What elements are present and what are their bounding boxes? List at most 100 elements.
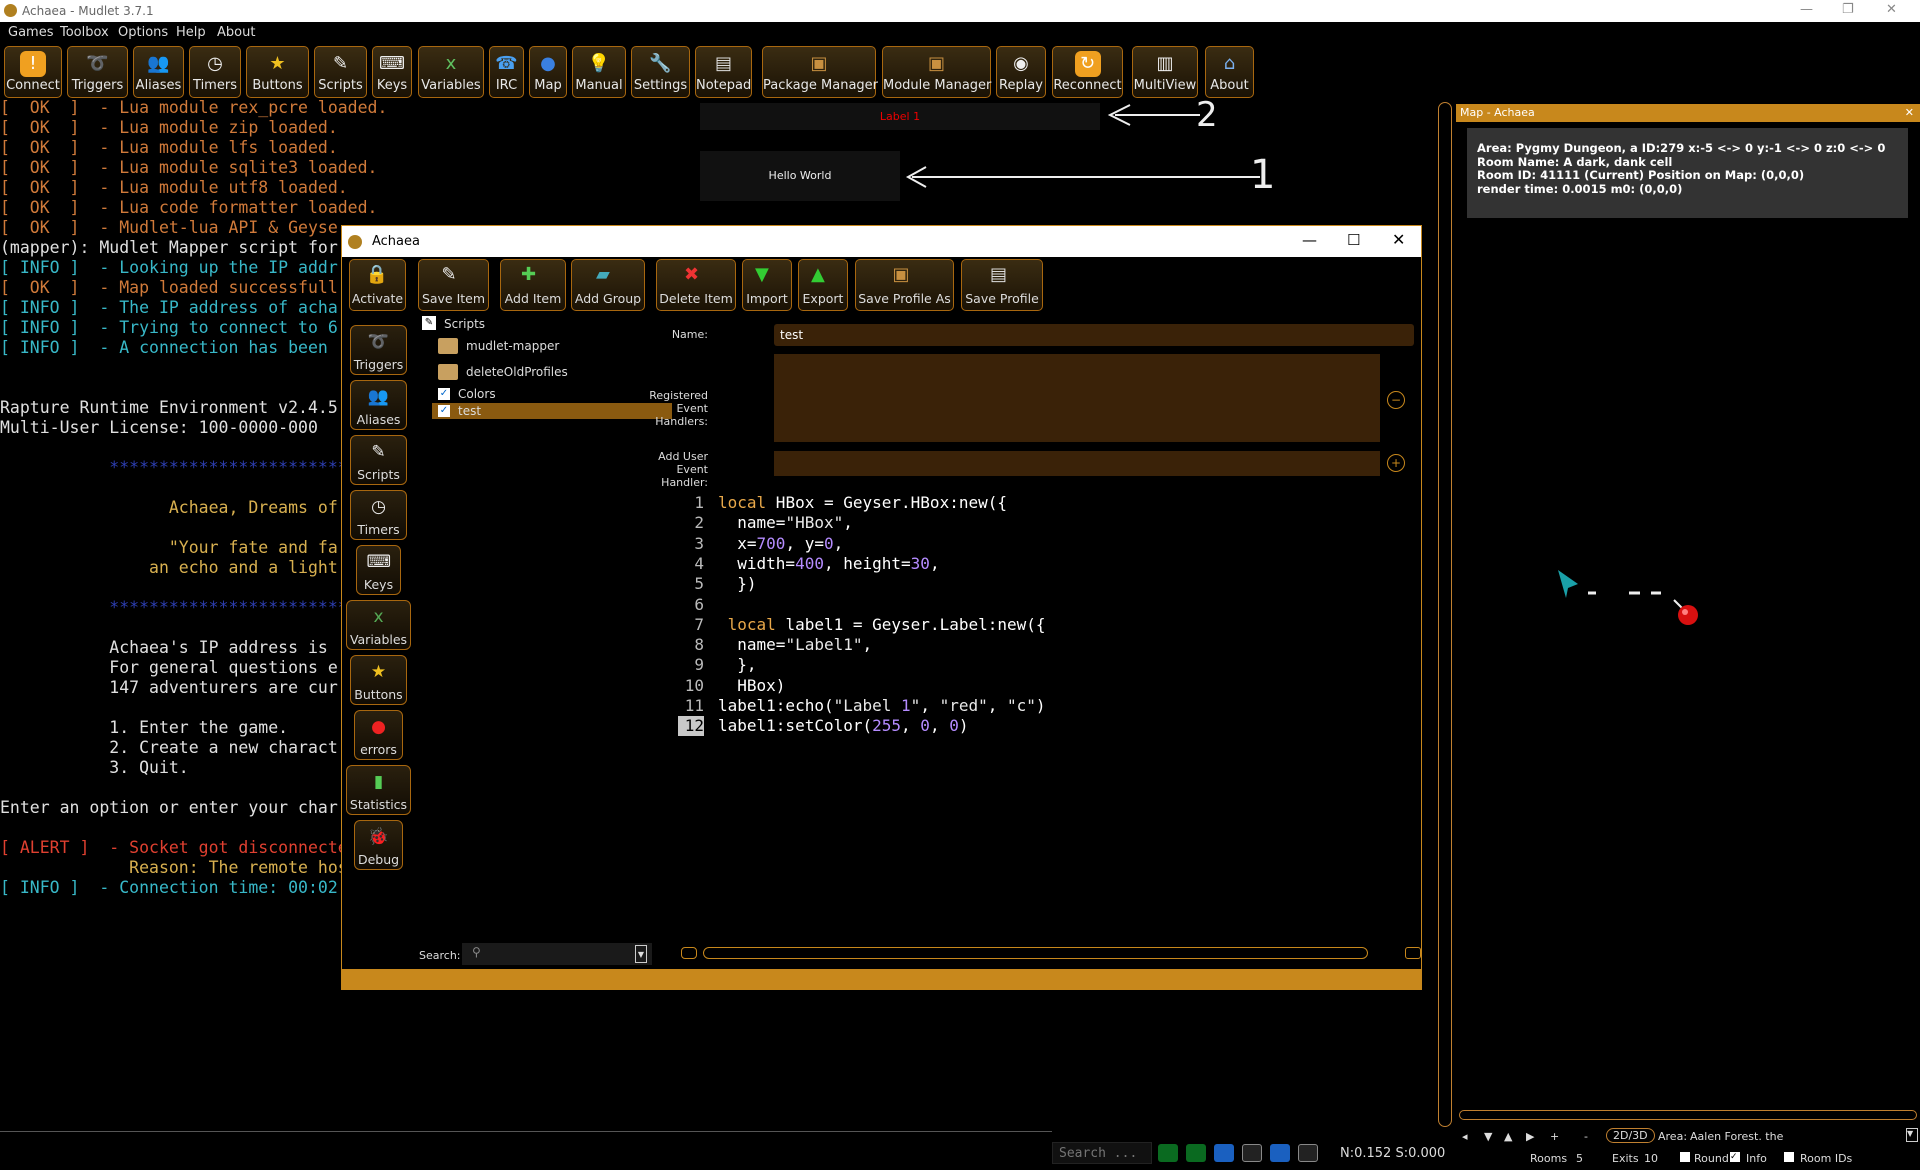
- triggers-button[interactable]: ➰ Triggers: [67, 46, 128, 98]
- menu-toolbox[interactable]: Toolbox: [60, 25, 109, 40]
- timers-button[interactable]: ◷ Timers: [189, 46, 241, 98]
- code-hscrollbar[interactable]: [681, 947, 1421, 959]
- map-hscrollbar[interactable]: [1459, 1110, 1917, 1120]
- map-down-icon[interactable]: ▼: [1484, 1130, 1492, 1143]
- menu-options[interactable]: Options: [118, 25, 168, 40]
- connect-button[interactable]: ! Connect: [4, 46, 62, 98]
- save-profile-button[interactable]: ▤ Save Profile: [961, 259, 1043, 311]
- tree-item-mudlet-mapper[interactable]: mudlet-mapper: [466, 339, 559, 353]
- code-line: local label1 = Geyser.Label:new({: [727, 614, 1046, 634]
- import-button[interactable]: ▼ Import: [742, 259, 792, 311]
- export-button[interactable]: ▲ Export: [798, 259, 848, 311]
- registered-event-handlers-list[interactable]: [774, 354, 1380, 442]
- test-checkbox[interactable]: ✓: [438, 405, 450, 417]
- console-line: 3. Quit.: [0, 758, 189, 777]
- info-checkbox[interactable]: ✓: [1730, 1152, 1740, 1162]
- console-search-input[interactable]: [1052, 1142, 1152, 1164]
- manual-button[interactable]: 💡 Manual: [572, 46, 626, 98]
- irc-button[interactable]: ☎ IRC: [489, 46, 524, 98]
- map-button[interactable]: ● Map: [529, 46, 567, 98]
- remove-handler-icon[interactable]: −: [1387, 391, 1405, 409]
- sidebar-triggers[interactable]: ➰ Triggers: [350, 325, 407, 375]
- menu-help[interactable]: Help: [176, 25, 206, 40]
- sidebar-timers[interactable]: ◷ Timers: [350, 490, 407, 540]
- save-profile-as-button[interactable]: ▣ Save Profile As: [855, 259, 954, 311]
- sidebar-keys[interactable]: ⌨ Keys: [356, 545, 401, 595]
- add-handler-icon[interactable]: +: [1387, 454, 1405, 472]
- 2d-3d-toggle[interactable]: 2D/3D: [1606, 1128, 1655, 1143]
- dock-close-icon[interactable]: ✕: [1905, 104, 1914, 122]
- tree-root[interactable]: Scripts: [444, 317, 485, 331]
- menu-games[interactable]: Games: [8, 25, 53, 40]
- console-line: [ INFO ] - Looking up the IP addr: [0, 258, 338, 277]
- add-group-button[interactable]: ▰ Add Group: [571, 259, 645, 311]
- aliases-button[interactable]: 👥 Aliases: [133, 46, 184, 98]
- line-number: 9: [694, 655, 704, 675]
- search-down-icon[interactable]: [1186, 1144, 1206, 1162]
- tree-item-deleteoldprofiles[interactable]: deleteOldProfiles: [466, 365, 568, 379]
- exits-spinbox[interactable]: 10: [1644, 1152, 1658, 1165]
- tree-item-test[interactable]: test: [458, 404, 481, 418]
- close-icon[interactable]: ✕: [1886, 2, 1897, 17]
- code-editor[interactable]: 1 local HBox = Geyser.HBox:new({2 name="H…: [678, 491, 1420, 866]
- buttons-button[interactable]: ★ Buttons: [246, 46, 309, 98]
- settings-button[interactable]: 🔧 Settings: [631, 46, 690, 98]
- editor-maximize-icon[interactable]: ☐: [1347, 231, 1360, 249]
- reconnect-button[interactable]: ↻ Reconnect: [1052, 46, 1123, 98]
- add-user-event-handler-input[interactable]: [774, 451, 1380, 476]
- sidebar-variables[interactable]: x Variables: [346, 600, 411, 650]
- console-line: [ OK ] - Mudlet-lua API & Geyse: [0, 218, 338, 237]
- sidebar-scripts[interactable]: ✎ Scripts: [350, 435, 407, 485]
- map-up-icon[interactable]: ▲: [1504, 1130, 1512, 1143]
- menu-about[interactable]: About: [217, 25, 255, 40]
- name-field[interactable]: test: [774, 324, 1414, 346]
- map-zoom-in-icon[interactable]: +: [1550, 1130, 1559, 1143]
- line-number: 11: [684, 696, 704, 715]
- sidebar-aliases[interactable]: 👥 Aliases: [350, 380, 407, 430]
- search-dropdown-icon[interactable]: ▼: [635, 945, 647, 963]
- notepad-button[interactable]: ▤ Notepad: [695, 46, 752, 98]
- code-line: local HBox = Geyser.HBox:new({: [718, 493, 1007, 512]
- replay-button[interactable]: ◉ Replay: [996, 46, 1046, 98]
- map-right-icon[interactable]: ▶: [1526, 1130, 1534, 1143]
- area-dropdown-icon[interactable]: ▼: [1906, 1128, 1918, 1142]
- log-icon[interactable]: [1270, 1144, 1290, 1162]
- script-search-input[interactable]: ⚲ ▼: [462, 943, 652, 965]
- editor-close-icon[interactable]: ✕: [1392, 230, 1405, 249]
- triggers-icon: ➰: [86, 53, 109, 74]
- search-up-icon[interactable]: [1158, 1144, 1178, 1162]
- minimize-icon[interactable]: —: [1800, 2, 1813, 17]
- tree-item-colors[interactable]: Colors: [458, 387, 496, 401]
- area-label: Area:: [1658, 1130, 1688, 1143]
- delete-item-button[interactable]: ✖ Delete Item: [656, 259, 736, 311]
- scripts-button[interactable]: ✎ Scripts: [314, 46, 367, 98]
- sidebar-errors[interactable]: ● errors: [354, 710, 403, 760]
- sidebar-buttons[interactable]: ★ Buttons: [350, 655, 407, 705]
- colors-checkbox[interactable]: ✓: [438, 388, 450, 400]
- keys-button[interactable]: ⌨ Keys: [372, 46, 412, 98]
- map-canvas[interactable]: [1456, 540, 1920, 660]
- roomids-checkbox[interactable]: [1784, 1152, 1794, 1162]
- about-button[interactable]: ⌂ About: [1205, 46, 1254, 98]
- map-left-icon[interactable]: ◂: [1462, 1130, 1468, 1143]
- timestamp-icon[interactable]: [1242, 1144, 1262, 1162]
- emergency-stop-icon[interactable]: [1298, 1144, 1318, 1162]
- module-manager-button[interactable]: ▣ Module Manager: [882, 46, 991, 98]
- editor-minimize-icon[interactable]: —: [1302, 231, 1317, 249]
- variables-button[interactable]: x Variables: [418, 46, 484, 98]
- activate-button[interactable]: 🔒 Activate: [349, 259, 406, 311]
- map-zoom-out-icon[interactable]: -: [1584, 1130, 1588, 1143]
- info-icon[interactable]: [1214, 1144, 1234, 1162]
- rooms-spinbox[interactable]: 5: [1576, 1152, 1583, 1165]
- save-item-button[interactable]: ✎ Save Item: [418, 259, 489, 311]
- package-manager-button[interactable]: ▣ Package Manager: [762, 46, 878, 98]
- area-select[interactable]: Aalen Forest. the: [1690, 1130, 1783, 1143]
- multiview-button[interactable]: ▥ MultiView: [1132, 46, 1198, 98]
- round-checkbox[interactable]: [1680, 1152, 1690, 1162]
- restore-icon[interactable]: ❐: [1842, 2, 1854, 17]
- sidebar-debug[interactable]: 🐞 Debug: [354, 820, 403, 870]
- sidebar-statistics[interactable]: ▮ Statistics: [346, 765, 411, 815]
- console-line: Multi-User License: 100-0000-000: [0, 418, 318, 437]
- add-item-button[interactable]: ✚ Add Item: [500, 259, 566, 311]
- console-scrollbar[interactable]: [1438, 102, 1452, 1127]
